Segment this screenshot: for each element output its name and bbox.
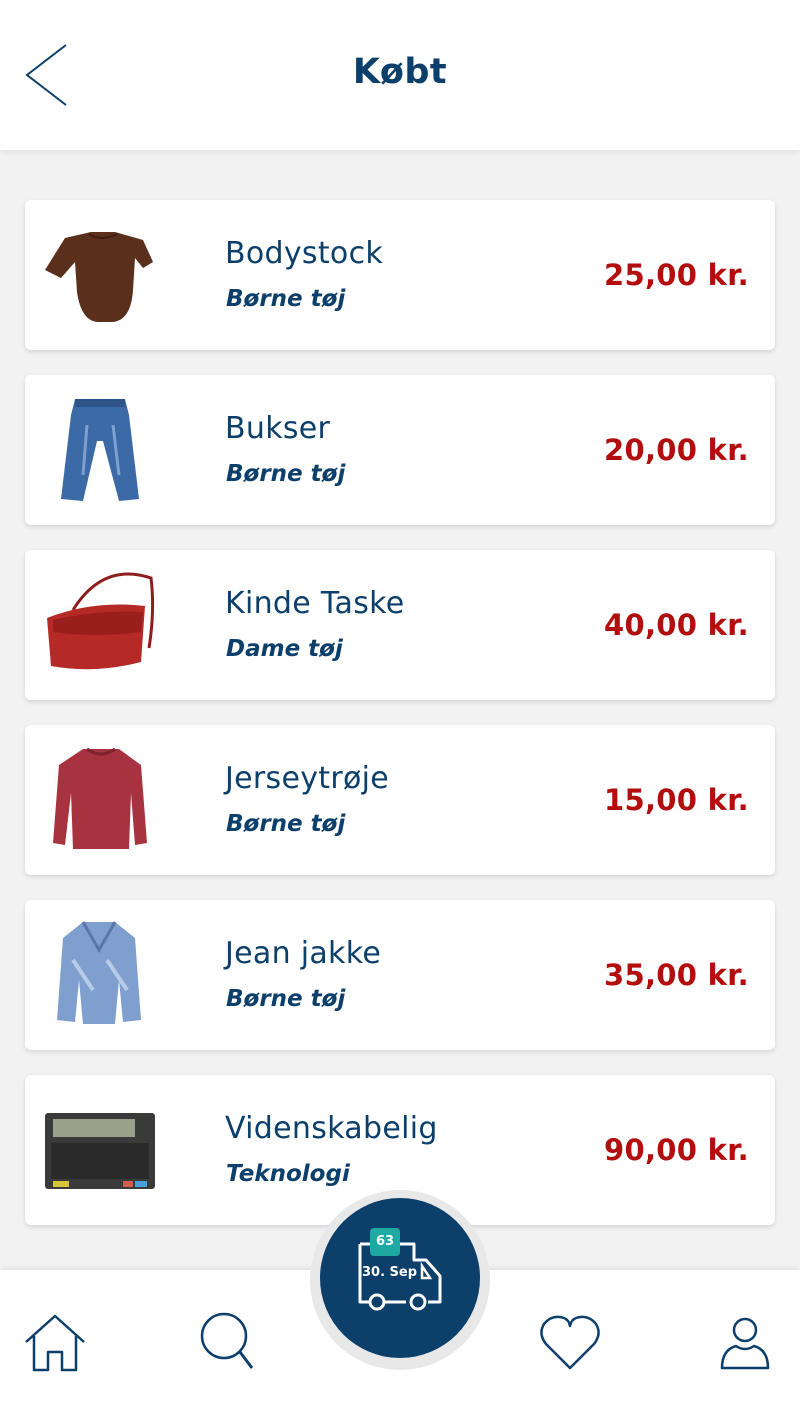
delivery-count-badge: 63 (370, 1228, 400, 1256)
heart-icon (540, 1315, 600, 1370)
item-image (45, 1113, 155, 1189)
top-bar: Købt (0, 0, 800, 150)
item-category: Børne tøj (226, 461, 346, 487)
item-name: Kinde Taske (225, 586, 405, 621)
item-category: Børne tøj (226, 986, 346, 1012)
item-price: 40,00 kr. (604, 608, 749, 642)
delivery-button[interactable]: 63 30. Sep (320, 1198, 480, 1358)
item-price: 20,00 kr. (604, 433, 749, 467)
list-item[interactable]: Bukser Børne tøj 20,00 kr. (25, 375, 775, 525)
page-title: Købt (352, 52, 448, 92)
item-price: 15,00 kr. (604, 783, 749, 817)
item-price: 90,00 kr. (604, 1133, 749, 1167)
item-name: Bodystock (225, 236, 384, 271)
tab-search[interactable] (198, 1310, 268, 1380)
item-category: Dame tøj (226, 636, 343, 662)
item-price: 25,00 kr. (604, 258, 749, 292)
list-item[interactable]: Jerseytrøje Børne tøj 15,00 kr. (25, 725, 775, 875)
item-name: Videnskabelig (225, 1111, 438, 1146)
item-image (47, 572, 155, 670)
home-icon (25, 1314, 85, 1372)
user-icon (720, 1317, 770, 1370)
item-image (57, 921, 141, 1024)
tab-profile[interactable] (716, 1310, 786, 1380)
list-item[interactable]: Jean jakke Børne tøj 35,00 kr. (25, 900, 775, 1050)
item-image (53, 747, 147, 849)
item-price: 35,00 kr. (604, 958, 749, 992)
delivery-date: 30. Sep (362, 1265, 418, 1280)
item-image (61, 399, 139, 501)
item-name: Bukser (225, 411, 331, 446)
list-item[interactable]: Kinde Taske Dame tøj 40,00 kr. (25, 550, 775, 700)
item-name: Jean jakke (225, 936, 382, 971)
item-category: Børne tøj (226, 286, 346, 312)
list-item[interactable]: Bodystock Børne tøj 25,00 kr. (25, 200, 775, 350)
item-name: Jerseytrøje (225, 761, 390, 796)
item-image (45, 232, 153, 322)
item-category: Børne tøj (226, 811, 346, 837)
search-icon (200, 1312, 254, 1369)
tab-home[interactable] (22, 1310, 92, 1380)
item-category: Teknologi (226, 1161, 350, 1187)
tab-favorites[interactable] (538, 1310, 608, 1380)
